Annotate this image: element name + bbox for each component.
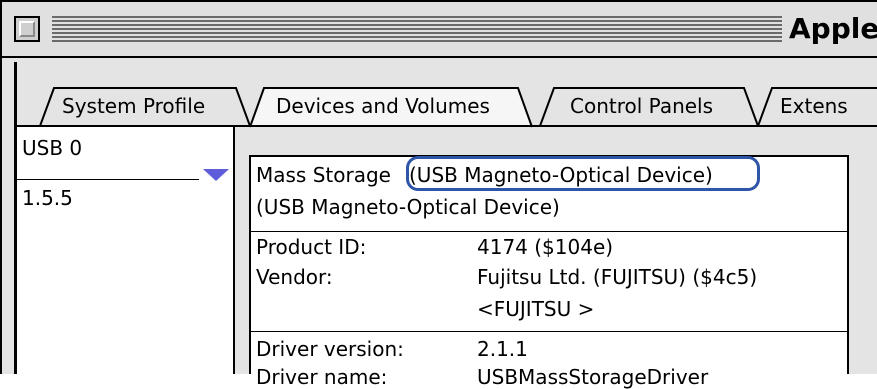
device-subtitle: (USB Magneto-Optical Device) — [256, 195, 560, 219]
close-box-icon[interactable] — [14, 16, 40, 42]
driver-version-value: 2.1.1 — [477, 337, 528, 361]
driver-name-value: USBMassStorageDriver — [477, 365, 709, 389]
tab-system-profile[interactable]: System Profile — [39, 86, 251, 127]
usb-bus-label[interactable]: USB 0 — [22, 136, 82, 160]
apple-system-profiler-window: Apple System Profile Devices and Volumes… — [0, 0, 877, 389]
window-border — [0, 0, 2, 374]
product-id-value: 4174 ($104e) — [477, 235, 614, 259]
tab-control-panels[interactable]: Control Panels — [539, 86, 790, 127]
vendor-value-code: <FUJITSU > — [477, 297, 595, 321]
device-name-prefix: Mass Storage — [256, 163, 391, 187]
title-bar[interactable]: Apple — [0, 0, 877, 58]
device-list-panel[interactable]: USB 0 1.5.5 — [17, 127, 235, 374]
divider — [17, 179, 199, 180]
tab-label: System Profile — [62, 94, 206, 118]
vendor-value: Fujitsu Ltd. (FUJITSU) ($4c5) — [477, 265, 758, 289]
tab-label: Control Panels — [570, 94, 714, 118]
tab-label: Extens — [780, 94, 848, 118]
driver-version-label: Driver version: — [256, 337, 404, 361]
product-id-label: Product ID: — [256, 235, 367, 259]
usb-version-value: 1.5.5 — [22, 186, 73, 210]
tab-extensions[interactable]: Extens — [758, 86, 877, 126]
driver-name-label: Driver name: — [256, 365, 388, 389]
highlight-callout — [406, 156, 760, 191]
vendor-label: Vendor: — [256, 265, 333, 289]
disclosure-triangle-icon[interactable] — [203, 169, 229, 181]
divider — [251, 231, 847, 232]
tab-label: Devices and Volumes — [276, 94, 490, 118]
tab-devices-and-volumes[interactable]: Devices and Volumes — [249, 86, 540, 128]
divider — [251, 331, 847, 332]
title-bar-stripes — [52, 16, 782, 42]
window-title: Apple — [789, 12, 877, 45]
